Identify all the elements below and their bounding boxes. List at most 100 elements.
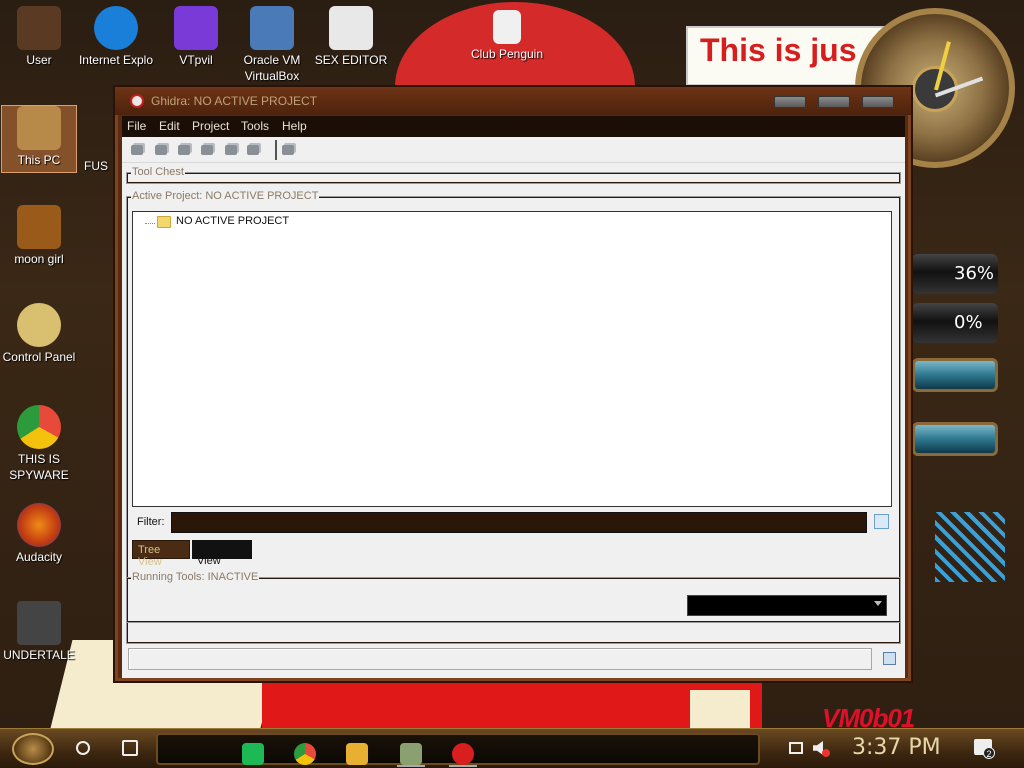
filter-options-icon[interactable] (874, 514, 889, 529)
menu-tools[interactable]: Tools (241, 119, 269, 133)
desktop-icon-vtpvil[interactable]: VTpvil (158, 6, 234, 68)
chevron-down-icon (874, 601, 882, 606)
gauge-2-value: 0% (954, 312, 983, 333)
desktop-icon-this-pc[interactable]: This PC (1, 105, 77, 173)
desktop-icon-label: Oracle VM VirtualBox (243, 53, 301, 83)
user-icon (17, 6, 61, 50)
notification-count: 2 (983, 747, 995, 759)
desktop-icon-club-penguin[interactable]: Club Penguin (469, 10, 545, 62)
mute-indicator-icon (822, 749, 830, 757)
tree-connector (145, 223, 155, 224)
desktop-icon-label: VTpvil (179, 53, 213, 67)
desktop-icon-partial[interactable]: FUS (78, 158, 114, 174)
desktop-icon-label: This PC (17, 153, 61, 167)
gauge-1-value: 36% (954, 263, 995, 284)
filter-input[interactable] (171, 512, 867, 533)
unity-icon (17, 601, 61, 645)
active-indicator (397, 765, 425, 767)
workspace-dropdown[interactable] (687, 595, 887, 616)
taskbar-apps (156, 733, 760, 767)
delete-project-icon[interactable] (222, 141, 240, 159)
ghidra-icon (130, 94, 144, 108)
desktop-icon-label: THIS IS SPYWARE (9, 452, 69, 482)
audacity-icon (17, 503, 61, 547)
desktop-icon-audacity[interactable]: Audacity (1, 503, 77, 565)
file-icon (493, 10, 521, 44)
wallpaper-cables (935, 512, 1005, 582)
menu-edit[interactable]: Edit (159, 119, 180, 133)
save-project-icon[interactable] (198, 141, 216, 159)
active-project-legend: Active Project: NO ACTIVE PROJECT (131, 190, 320, 202)
folder-icon (157, 216, 171, 228)
status-bar (128, 648, 872, 670)
window-client: File Edit Project Tools Help Tool Chest … (122, 116, 905, 678)
active-indicator (449, 765, 477, 767)
wallpaper-tube (912, 422, 998, 456)
chrome-icon[interactable] (294, 743, 316, 765)
search-icon[interactable] (76, 741, 90, 755)
wallpaper-tube (912, 358, 998, 392)
title-bar[interactable]: Ghidra: NO ACTIVE PROJECT (115, 87, 911, 115)
minimize-button[interactable] (774, 96, 806, 108)
project-tree[interactable]: NO ACTIVE PROJECT (132, 211, 892, 507)
console-icon[interactable] (883, 652, 896, 665)
wallpaper-bottom-shape (690, 690, 750, 728)
wallpaper-bottom-red (262, 680, 762, 728)
chrome-icon (17, 405, 61, 449)
desktop-icon-virtualbox[interactable]: Oracle VM VirtualBox (234, 6, 310, 84)
new-project-icon[interactable] (128, 141, 146, 159)
taskbar-clock[interactable]: 3:37 PM (852, 735, 941, 760)
tab-table-view[interactable]: Table View (192, 540, 252, 567)
spotify-icon[interactable] (242, 743, 264, 765)
desktop-icon-label: Internet Explo (78, 53, 154, 67)
network-icon[interactable] (789, 742, 803, 754)
edge-icon (94, 6, 138, 50)
filter-row: Filter: (132, 508, 892, 536)
menu-help[interactable]: Help (282, 119, 307, 133)
desktop-icon-user[interactable]: User (1, 6, 77, 68)
running-tools-legend: Running Tools: INACTIVE (131, 571, 260, 583)
desktop-icon-control-panel[interactable]: Control Panel (1, 303, 77, 365)
ghidra-taskbar-icon[interactable] (400, 743, 422, 765)
ghidra-dragon-icon[interactable] (452, 743, 474, 765)
desktop-icon-label: Control Panel (2, 350, 76, 364)
desktop-icon-label: User (26, 53, 52, 67)
tool-chest-panel: Tool Chest (126, 166, 901, 184)
ghidra-window: Ghidra: NO ACTIVE PROJECT File Edit Proj… (113, 85, 913, 683)
taskbar: 3:37 PM 2 (0, 728, 1024, 768)
virtualbox-icon (250, 6, 294, 50)
refresh-icon[interactable] (279, 141, 297, 159)
window-title: Ghidra: NO ACTIVE PROJECT (151, 94, 318, 108)
toolbar (122, 137, 905, 163)
tree-root-node[interactable]: NO ACTIVE PROJECT (176, 215, 289, 227)
hex-editor-icon (329, 6, 373, 50)
desktop-icon-chrome[interactable]: THIS IS SPYWARE (1, 405, 77, 483)
desktop-icon-label: Club Penguin (470, 47, 544, 61)
tab-tree-view[interactable]: Tree View (132, 540, 190, 568)
desktop-icon-hex-editor[interactable]: SEX EDITOR (313, 6, 389, 84)
menu-bar: File Edit Project Tools Help (122, 116, 905, 137)
file-explorer-icon[interactable] (346, 743, 368, 765)
desktop-icon-label: SEX EDITOR (314, 53, 388, 67)
toolbar-separator (275, 140, 277, 160)
task-view-icon[interactable] (122, 740, 138, 756)
open-project-icon[interactable] (152, 141, 170, 159)
folder-icon (17, 205, 61, 249)
menu-project[interactable]: Project (192, 119, 229, 133)
control-panel-icon (17, 303, 61, 347)
computer-icon (17, 106, 61, 150)
desktop-icon-label: Audacity (15, 550, 63, 564)
close-project-icon[interactable] (175, 141, 193, 159)
link-icon[interactable] (244, 141, 262, 159)
desktop-icon-label: FUS (84, 159, 108, 173)
maximize-button[interactable] (818, 96, 850, 108)
filter-label: Filter: (137, 516, 165, 528)
close-button[interactable] (862, 96, 894, 108)
menu-file[interactable]: File (127, 119, 146, 133)
start-button[interactable] (12, 733, 54, 765)
desktop-icon-internet-explorer[interactable]: Internet Explo (78, 6, 154, 84)
tool-chest-legend: Tool Chest (131, 166, 185, 178)
desktop-icon-label: moon girl (14, 252, 64, 266)
desktop-icon-moon-girl[interactable]: moon girl (1, 205, 77, 267)
desktop-icon-undertale[interactable]: UNDERTALE (1, 601, 77, 663)
